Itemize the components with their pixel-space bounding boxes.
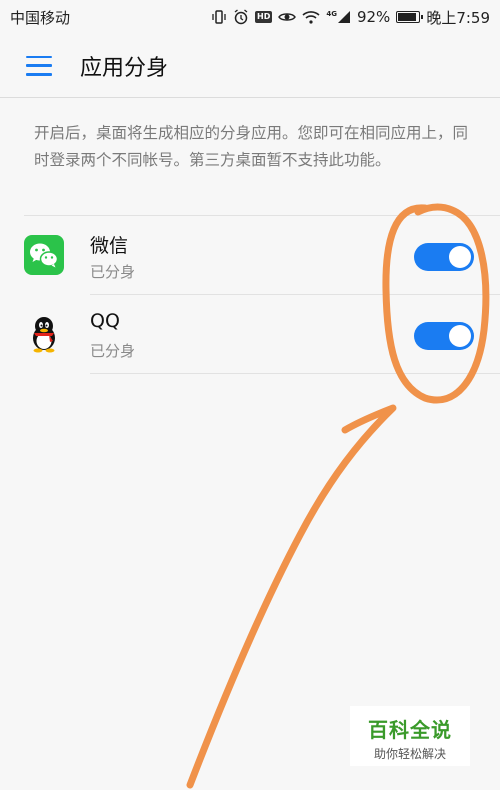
eye-icon — [278, 11, 297, 23]
toggle-knob — [449, 325, 471, 347]
annotation-overlay — [186, 203, 490, 789]
app-row-qq: QQ 已分身 — [0, 296, 500, 374]
signal-icon: 4G — [326, 10, 351, 24]
wifi-icon — [302, 10, 320, 24]
qq-clone-toggle[interactable] — [414, 322, 474, 350]
clock: 晚上7:59 — [426, 8, 490, 27]
battery-icon — [396, 11, 424, 23]
feature-description: 开启后，桌面将生成相应的分身应用。您即可在相同应用上，同时登录两个不同帐号。第三… — [34, 124, 469, 169]
toggle-knob — [449, 246, 471, 268]
app-status: 已分身 — [90, 263, 136, 281]
app-status: 已分身 — [90, 342, 136, 360]
watermark: 百科全说 助你轻松解决 — [350, 706, 470, 766]
wechat-clone-toggle[interactable] — [414, 243, 474, 271]
divider — [24, 215, 500, 216]
hd-icon: HD — [255, 11, 273, 23]
divider — [90, 373, 500, 374]
page-title: 应用分身 — [80, 55, 169, 81]
battery-percent: 92% — [356, 8, 391, 26]
alarm-icon — [233, 9, 249, 25]
divider — [90, 294, 500, 295]
qq-icon — [24, 314, 64, 354]
wechat-icon — [24, 235, 64, 275]
app-name: QQ — [90, 310, 120, 332]
watermark-title: 百科全说 — [368, 718, 452, 742]
watermark-subtitle: 助你轻松解决 — [373, 747, 446, 761]
app-name: 微信 — [90, 235, 129, 257]
carrier-label: 中国移动 — [10, 8, 71, 27]
app-row-wechat: 微信 已分身 — [0, 217, 500, 295]
app-header: 应用分身 — [0, 34, 500, 98]
status-bar: 中国移动 HD 4G 92% 晚上7:59 — [0, 0, 500, 34]
network-type-label: 4G — [326, 10, 337, 18]
status-icons: HD 4G 92% 晚上7:59 — [211, 7, 490, 28]
vibrate-icon — [211, 10, 227, 24]
menu-icon[interactable] — [26, 55, 52, 76]
app-clone-settings-screen: 中国移动 HD 4G 92% 晚上7:59 应用分身 开启后，桌面将生成相应的分… — [0, 0, 500, 790]
